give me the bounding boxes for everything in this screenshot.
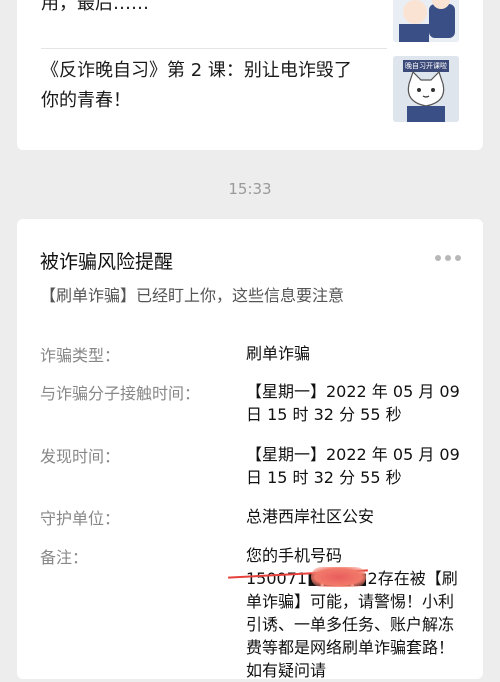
police-cartoon-icon xyxy=(393,0,459,42)
field-label: 发现时间： xyxy=(40,447,121,466)
article-item[interactable]: 用，最后…… xyxy=(41,0,459,48)
field-value: 总港西岸社区公安 xyxy=(246,507,375,526)
field-value: 【星期一】2022 年 05 月 09 日 15 时 32 分 55 秒 xyxy=(246,382,460,424)
fraud-alert-card[interactable]: 被诈骗风险提醒 【刷单诈骗】已经盯上你，这些信息要注意 诈骗类型： 刷单诈骗 与… xyxy=(17,219,483,682)
alert-subtitle: 【刷单诈骗】已经盯上你，这些信息要注意 xyxy=(40,286,345,305)
article-title: 用，最后…… xyxy=(41,0,149,14)
article-list-card: 用，最后…… 《反诈晚自习》第 2 课：别让电诈毁了你的青春！ 晚自习开课啦 xyxy=(17,0,483,150)
field-label: 备注： xyxy=(40,548,89,567)
field-label: 诈骗类型： xyxy=(40,346,121,365)
field-label: 与诈骗分子接触时间： xyxy=(40,384,201,403)
field-label: 守护单位： xyxy=(40,509,121,528)
article-item[interactable]: 《反诈晚自习》第 2 课：别让电诈毁了你的青春！ 晚自习开课啦 xyxy=(41,56,459,126)
alert-title: 被诈骗风险提醒 xyxy=(40,251,174,273)
field-value: 刷单诈骗 xyxy=(246,344,311,363)
field-value: 您的手机号码 150071■■■■2存在被【刷单诈骗】可能，请警惕！小利引诱、一… xyxy=(228,544,464,682)
more-options-icon[interactable] xyxy=(435,255,461,261)
thumbnail-text: 晚自习开课啦 xyxy=(405,62,447,70)
article-thumbnail: 晚自习开课啦 xyxy=(393,56,459,122)
divider xyxy=(41,48,387,49)
article-thumbnail xyxy=(393,0,459,42)
article-title: 《反诈晚自习》第 2 课：别让电诈毁了你的青春！ xyxy=(41,60,352,111)
redaction-mark xyxy=(311,567,366,587)
field-value: 【星期一】2022 年 05 月 09 日 15 时 32 分 55 秒 xyxy=(246,445,460,487)
timestamp: 15:33 xyxy=(228,180,272,198)
